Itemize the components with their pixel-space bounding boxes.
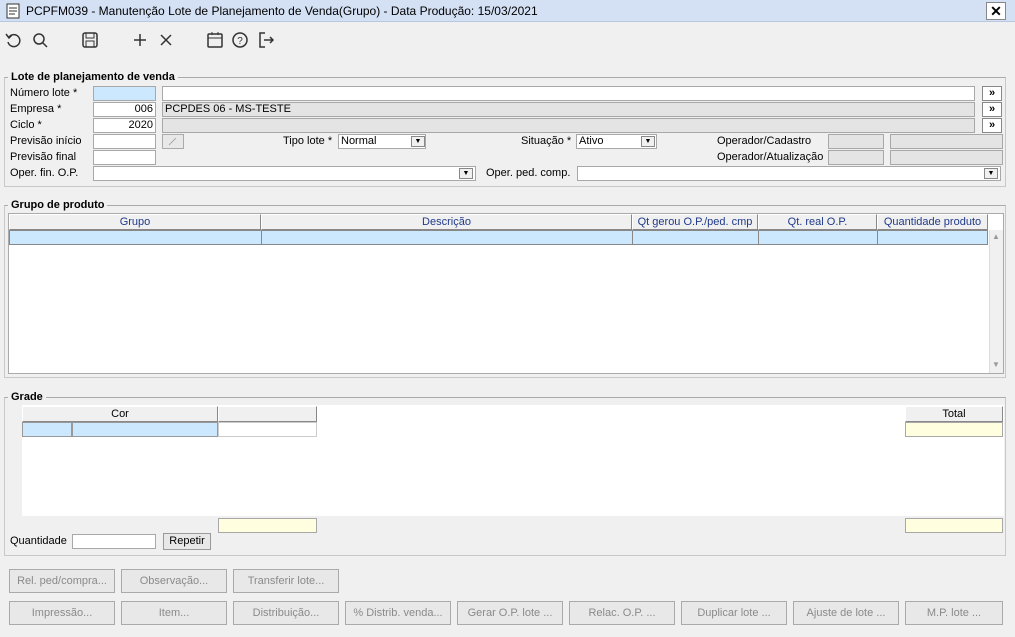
col-header-quantidade[interactable]: Quantidade produto	[877, 214, 988, 230]
situacao-dropdown-icon[interactable]: ▼	[641, 136, 655, 147]
grade-grand-total-cell	[905, 518, 1003, 533]
empresa-expand-button[interactable]: »	[982, 102, 1002, 117]
empresa-name-field: PCPDES 06 - MS-TESTE	[162, 102, 975, 117]
repetir-button[interactable]: Repetir	[163, 533, 211, 550]
item-button[interactable]: Item...	[121, 601, 227, 625]
svg-text:?: ?	[237, 36, 243, 47]
col-header-grupo[interactable]: Grupo	[9, 214, 261, 230]
window-title: PCPFM039 - Manutenção Lote de Planejamen…	[26, 4, 538, 18]
situacao-value: Ativo	[579, 135, 604, 147]
add-icon[interactable]	[130, 30, 150, 50]
oper-ped-label: Oper. ped. comp.	[486, 167, 571, 179]
grade-cell-code[interactable]	[22, 422, 72, 437]
gerar-op-lote-button[interactable]: Gerar O.P. lote ...	[457, 601, 563, 625]
oper-ped-dropdown-icon[interactable]: ▼	[984, 168, 998, 179]
date-picker-button[interactable]	[162, 134, 184, 149]
distrib-venda-button[interactable]: % Distrib. venda...	[345, 601, 451, 625]
oper-fin-select[interactable]	[93, 166, 476, 181]
col-header-qt-gerou[interactable]: Qt gerou O.P./ped. cmp	[632, 214, 758, 230]
calendar-icon[interactable]	[205, 30, 225, 50]
scroll-down-icon[interactable]: ▼	[992, 360, 1000, 369]
col-header-grade-empty[interactable]	[218, 406, 317, 422]
numero-lote-input[interactable]	[93, 86, 156, 101]
scroll-up-icon[interactable]: ▲	[992, 232, 1000, 241]
distribuicao-button[interactable]: Distribuição...	[233, 601, 339, 625]
operador-cadastro-code	[828, 134, 884, 149]
grade-cell-size[interactable]	[218, 422, 317, 437]
operador-atualizacao-code	[828, 150, 884, 165]
table-row[interactable]	[9, 230, 988, 245]
situacao-label: Situação *	[521, 135, 572, 147]
quantidade-input[interactable]	[72, 534, 156, 549]
toolbar	[0, 22, 1015, 58]
operador-atualizacao-name	[890, 150, 1003, 165]
ciclo-input[interactable]: 2020	[93, 118, 156, 133]
help-icon[interactable]: ?	[230, 30, 250, 50]
impressao-button[interactable]: Impressão...	[9, 601, 115, 625]
lote-legend: Lote de planejamento de venda	[8, 71, 178, 83]
undo-icon[interactable]	[4, 30, 24, 50]
previsao-inicio-input[interactable]	[93, 134, 156, 149]
previsao-inicio-label: Previsão início	[10, 135, 82, 147]
ajuste-lote-button[interactable]: Ajuste de lote ...	[793, 601, 899, 625]
operador-cadastro-name	[890, 134, 1003, 149]
grade-sum-cell	[218, 518, 317, 533]
grade-total-cell	[905, 422, 1003, 437]
operador-atualizacao-label: Operador/Atualização	[717, 151, 824, 163]
ciclo-expand-button[interactable]: »	[982, 118, 1002, 133]
duplicar-lote-button[interactable]: Duplicar lote ...	[681, 601, 787, 625]
numero-lote-label: Número lote *	[10, 87, 78, 99]
tipo-lote-label: Tipo lote *	[283, 135, 333, 147]
delete-icon[interactable]	[156, 30, 176, 50]
previsao-final-input[interactable]	[93, 150, 156, 165]
col-header-qt-real[interactable]: Qt. real O.P.	[758, 214, 877, 230]
empresa-code-input[interactable]: 006	[93, 102, 156, 117]
ciclo-label: Ciclo *	[10, 119, 42, 131]
mp-lote-button[interactable]: M.P. lote ...	[905, 601, 1003, 625]
save-icon[interactable]	[80, 30, 100, 50]
operador-cadastro-label: Operador/Cadastro	[717, 135, 812, 147]
search-icon[interactable]	[30, 30, 50, 50]
observacao-button[interactable]: Observação...	[121, 569, 227, 593]
wand-icon	[168, 137, 177, 146]
col-header-cor[interactable]: Cor	[22, 406, 218, 422]
grade-legend: Grade	[8, 391, 46, 403]
relac-op-button[interactable]: Relac. O.P. ...	[569, 601, 675, 625]
rel-ped-compra-button[interactable]: Rel. ped/compra...	[9, 569, 115, 593]
grupo-scrollbar[interactable]: ▲ ▼	[989, 230, 1003, 373]
grade-cell-cor[interactable]	[72, 422, 218, 437]
app-icon	[6, 3, 20, 19]
lote-expand-button[interactable]: »	[982, 86, 1002, 101]
lote-description-input[interactable]	[162, 86, 975, 101]
exit-icon[interactable]	[256, 30, 276, 50]
ciclo-description-field	[162, 118, 975, 133]
close-button[interactable]: ✕	[986, 2, 1006, 20]
oper-fin-label: Oper. fin. O.P.	[10, 167, 79, 179]
empresa-label: Empresa *	[10, 103, 62, 115]
col-header-descricao[interactable]: Descrição	[261, 214, 632, 230]
tipo-lote-value: Normal	[341, 135, 377, 147]
quantidade-label: Quantidade	[10, 535, 67, 547]
tipo-lote-dropdown-icon[interactable]: ▼	[411, 136, 425, 147]
previsao-final-label: Previsão final	[10, 151, 77, 163]
col-header-total[interactable]: Total	[905, 406, 1003, 422]
transferir-lote-button[interactable]: Transferir lote...	[233, 569, 339, 593]
oper-ped-select[interactable]	[577, 166, 1001, 181]
grupo-legend: Grupo de produto	[8, 199, 108, 211]
oper-fin-dropdown-icon[interactable]: ▼	[459, 168, 473, 179]
